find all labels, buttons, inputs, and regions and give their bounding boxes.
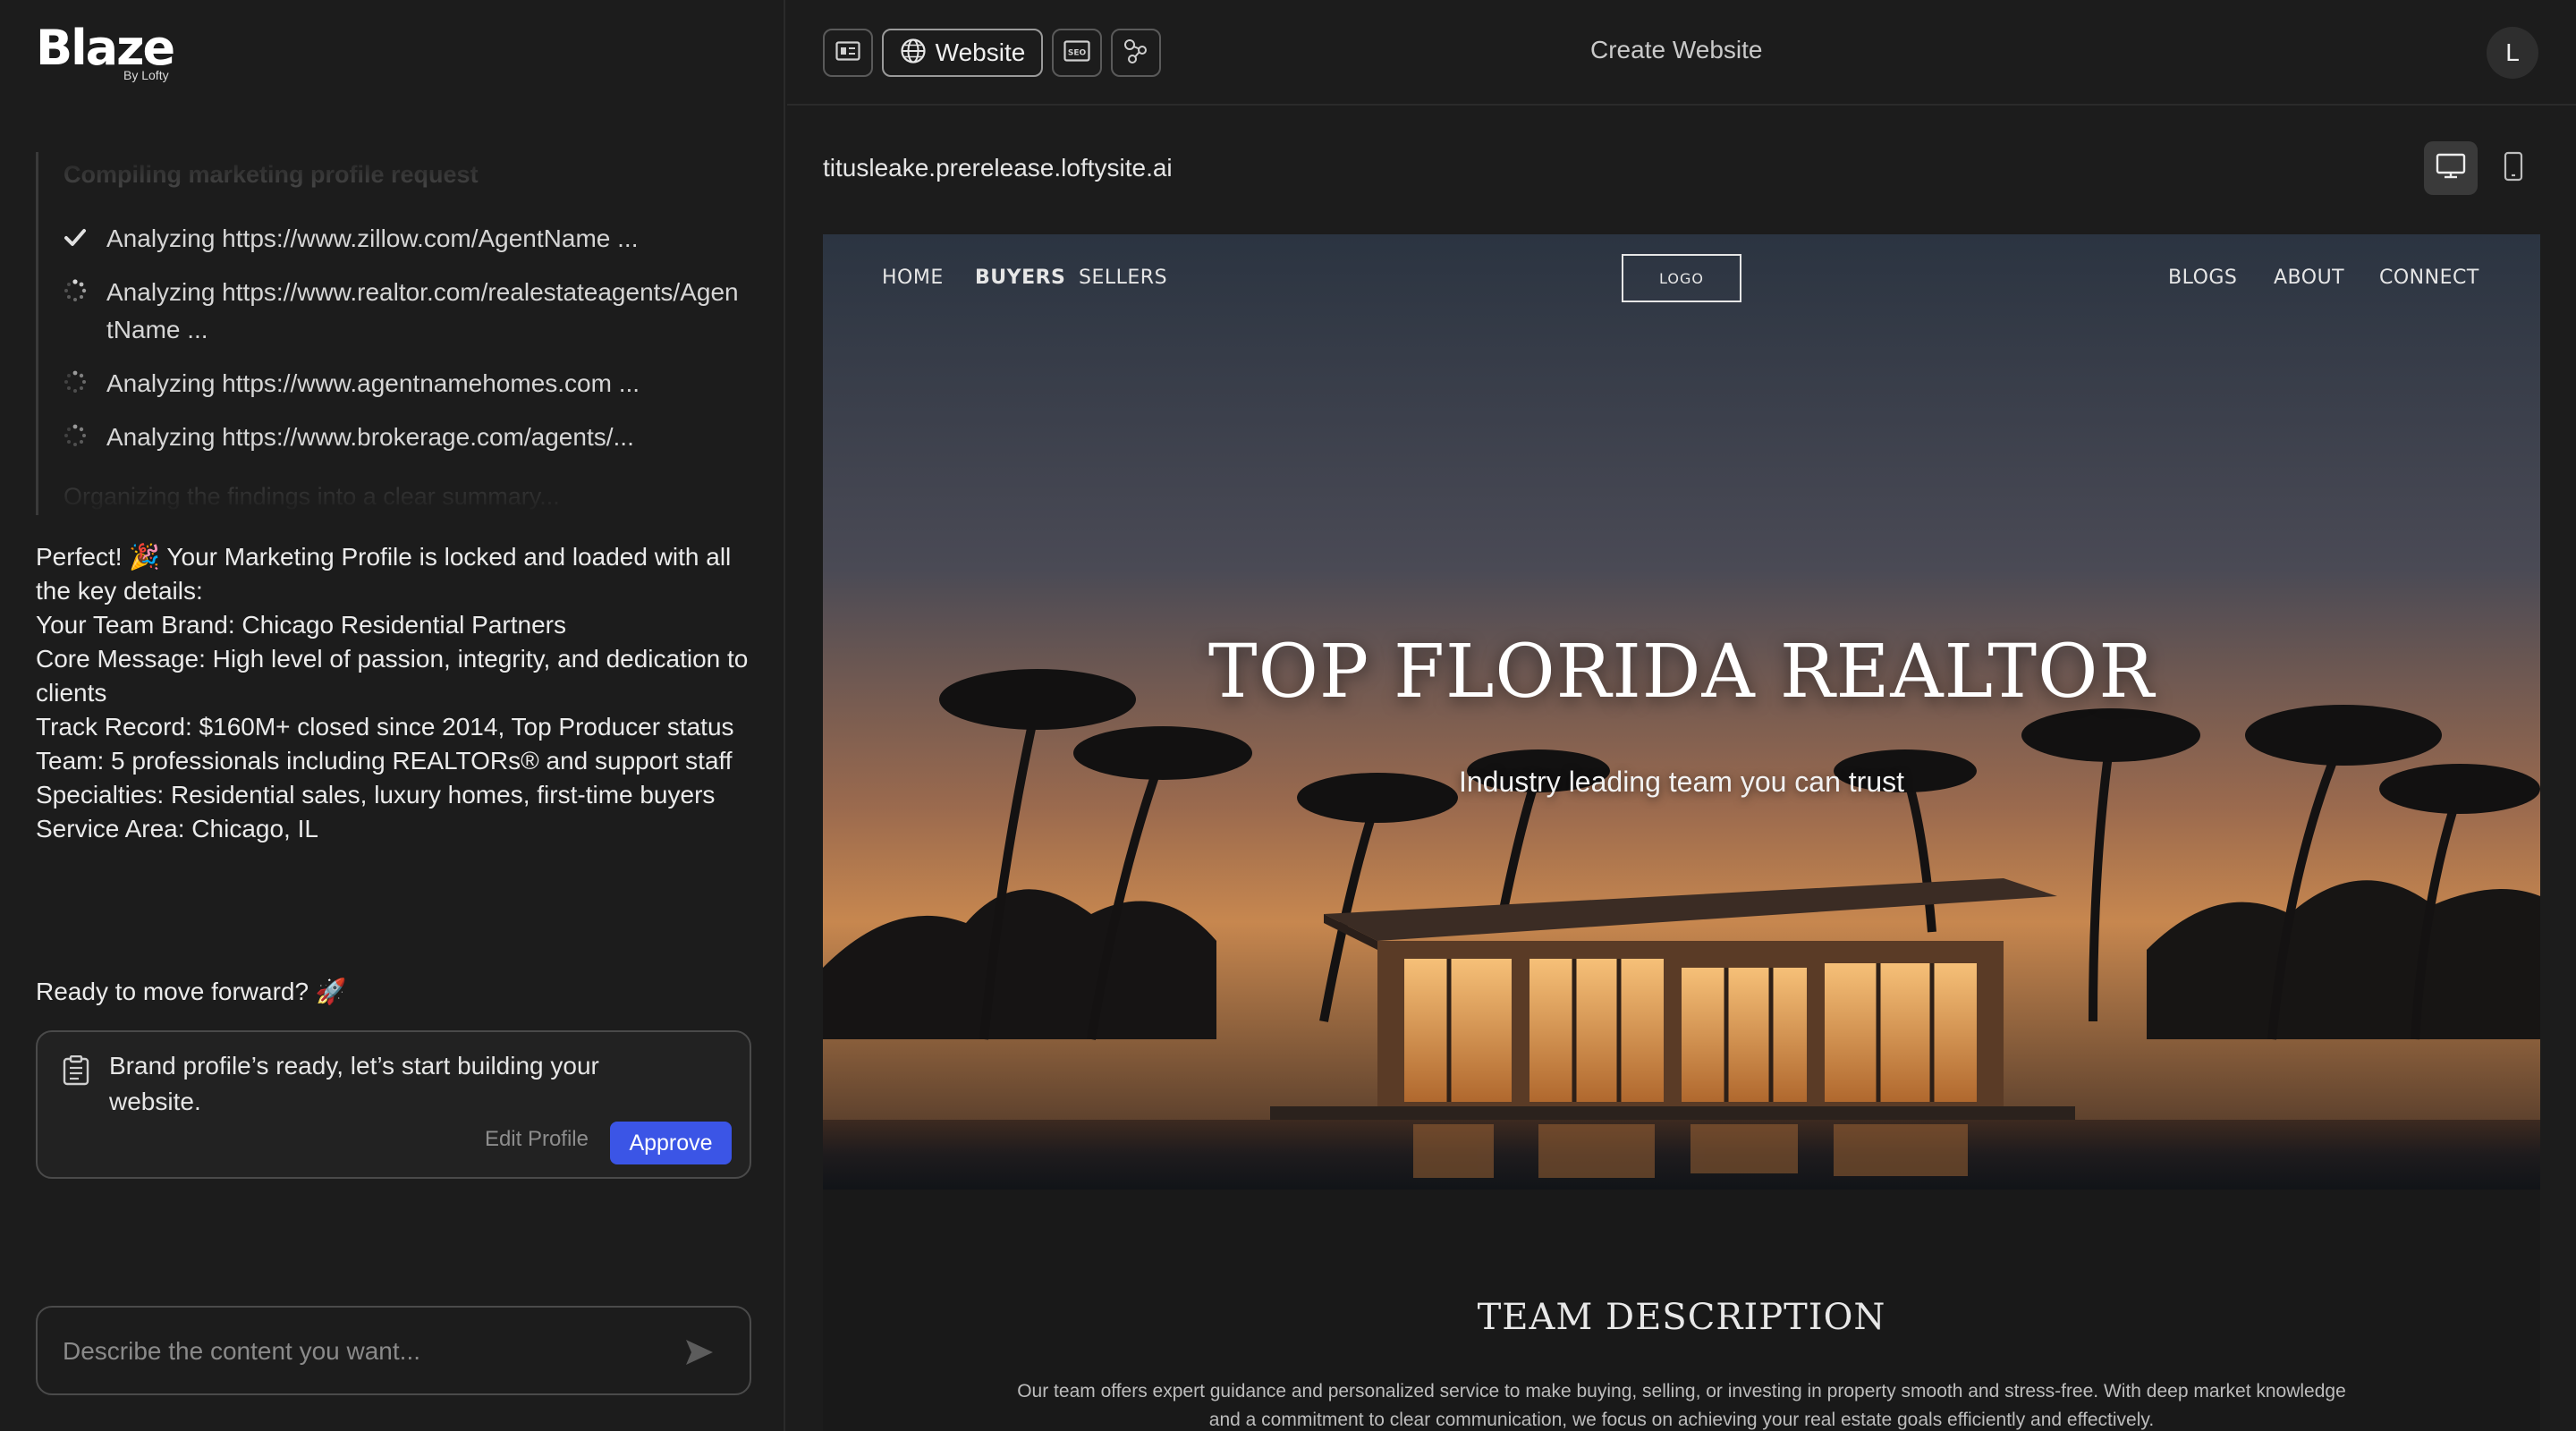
spinner-icon xyxy=(64,424,87,447)
nav-blogs[interactable]: BLOGS xyxy=(2168,267,2237,289)
logo-subtitle: By Lofty xyxy=(123,68,169,82)
seo-icon: SEO xyxy=(1063,39,1090,66)
assistant-message: Perfect! 🎉 Your Marketing Profile is loc… xyxy=(36,540,769,846)
seo-button[interactable]: SEO xyxy=(1052,29,1102,77)
layout-icon xyxy=(835,40,860,65)
message-line: Specialties: Residential sales, luxury h… xyxy=(36,781,716,809)
progress-item-text: Analyzing https://www.realtor.com/reales… xyxy=(106,278,739,343)
chat-input[interactable] xyxy=(63,1329,671,1374)
message-line: Perfect! 🎉 Your Marketing Profile is loc… xyxy=(36,543,732,605)
site-url: titusleake.prerelease.loftysite.ai xyxy=(823,154,1173,182)
logo-text: Blaze xyxy=(36,20,175,76)
message-line: Team: 5 professionals including REALTORs… xyxy=(36,747,733,775)
mobile-icon xyxy=(2504,151,2523,186)
nav-sellers[interactable]: SELLERS xyxy=(1079,267,1167,289)
brand-profile-card: Brand profile’s ready, let’s start build… xyxy=(36,1030,751,1179)
approve-button[interactable]: Approve xyxy=(610,1122,732,1164)
top-toolbar: Website SEO Create Website L xyxy=(787,0,2576,106)
nav-buyers[interactable]: BUYERS xyxy=(975,267,1065,289)
brand-card-text: Brand profile’s ready, let’s start build… xyxy=(109,1052,599,1115)
progress-item-text: Analyzing https://www.agentnamehomes.com… xyxy=(106,369,640,397)
mobile-view-button[interactable] xyxy=(2487,141,2540,195)
nav-home[interactable]: HOME xyxy=(882,267,944,289)
site-navigation: HOME BUYERS SELLERS LOGO BLOGS ABOUT CON… xyxy=(823,234,2540,324)
message-line: Your Team Brand: Chicago Residential Par… xyxy=(36,611,567,639)
section-text: Our team offers expert guidance and pers… xyxy=(1017,1381,2346,1430)
message-line: Core Message: High level of passion, int… xyxy=(36,645,749,707)
hero-section: HOME BUYERS SELLERS LOGO BLOGS ABOUT CON… xyxy=(823,234,2540,1190)
app-logo: Blaze By Lofty xyxy=(36,20,175,83)
checkmark-icon xyxy=(64,225,87,249)
globe-icon xyxy=(900,38,927,69)
builder-panel: Website SEO Create Website L titusleake.… xyxy=(787,0,2576,1431)
progress-item-text: Analyzing https://www.brokerage.com/agen… xyxy=(106,423,634,451)
website-tab-label: Website xyxy=(935,38,1026,66)
svg-text:SEO: SEO xyxy=(1068,48,1087,57)
progress-item: Analyzing https://www.realtor.com/reales… xyxy=(64,274,751,349)
document-icon xyxy=(63,1054,89,1090)
spinner-icon xyxy=(64,370,87,394)
hero-title: TOP FLORIDA REALTOR xyxy=(1208,630,2156,715)
section-title: TEAM DESCRIPTION xyxy=(1477,1297,1886,1338)
progress-item: Analyzing https://www.brokerage.com/agen… xyxy=(64,419,751,456)
sitemap-button[interactable] xyxy=(1111,29,1161,77)
desktop-view-button[interactable] xyxy=(2424,141,2478,195)
progress-item: Analyzing https://www.zillow.com/AgentNa… xyxy=(64,220,751,258)
nav-connect[interactable]: CONNECT xyxy=(2379,267,2479,289)
avatar[interactable]: L xyxy=(2487,27,2538,79)
desktop-icon xyxy=(2436,153,2466,184)
chat-input-box xyxy=(36,1306,751,1395)
nav-about[interactable]: ABOUT xyxy=(2274,267,2344,289)
ready-prompt: Ready to move forward? 🚀 xyxy=(36,978,347,1005)
progress-item: Analyzing https://www.agentnamehomes.com… xyxy=(64,365,751,402)
progress-tail: Organizing the findings into a clear sum… xyxy=(64,483,560,510)
progress-item-text: Analyzing https://www.zillow.com/AgentNa… xyxy=(106,224,639,252)
hero-subtitle: Industry leading team you can trust xyxy=(1458,766,1905,798)
progress-steps: Compiling marketing profile request Anal… xyxy=(36,152,751,515)
website-preview: HOME BUYERS SELLERS LOGO BLOGS ABOUT CON… xyxy=(823,234,2540,1431)
send-icon[interactable] xyxy=(682,1334,717,1370)
layout-button[interactable] xyxy=(823,29,873,77)
message-line: Track Record: $160M+ closed since 2014, … xyxy=(36,713,734,741)
spinner-icon xyxy=(64,279,87,302)
chat-panel: Blaze By Lofty Compiling marketing profi… xyxy=(0,0,785,1431)
message-line: Service Area: Chicago, IL xyxy=(36,815,318,843)
website-tab[interactable]: Website xyxy=(882,29,1043,77)
page-title: Create Website xyxy=(1590,36,1763,64)
edit-profile-button[interactable]: Edit Profile xyxy=(485,1127,589,1152)
site-logo-placeholder[interactable]: LOGO xyxy=(1622,254,1741,302)
progress-heading: Compiling marketing profile request xyxy=(64,161,479,188)
team-section: TEAM DESCRIPTION Our team offers expert … xyxy=(823,1190,2540,1431)
sitemap-icon xyxy=(1123,38,1149,69)
